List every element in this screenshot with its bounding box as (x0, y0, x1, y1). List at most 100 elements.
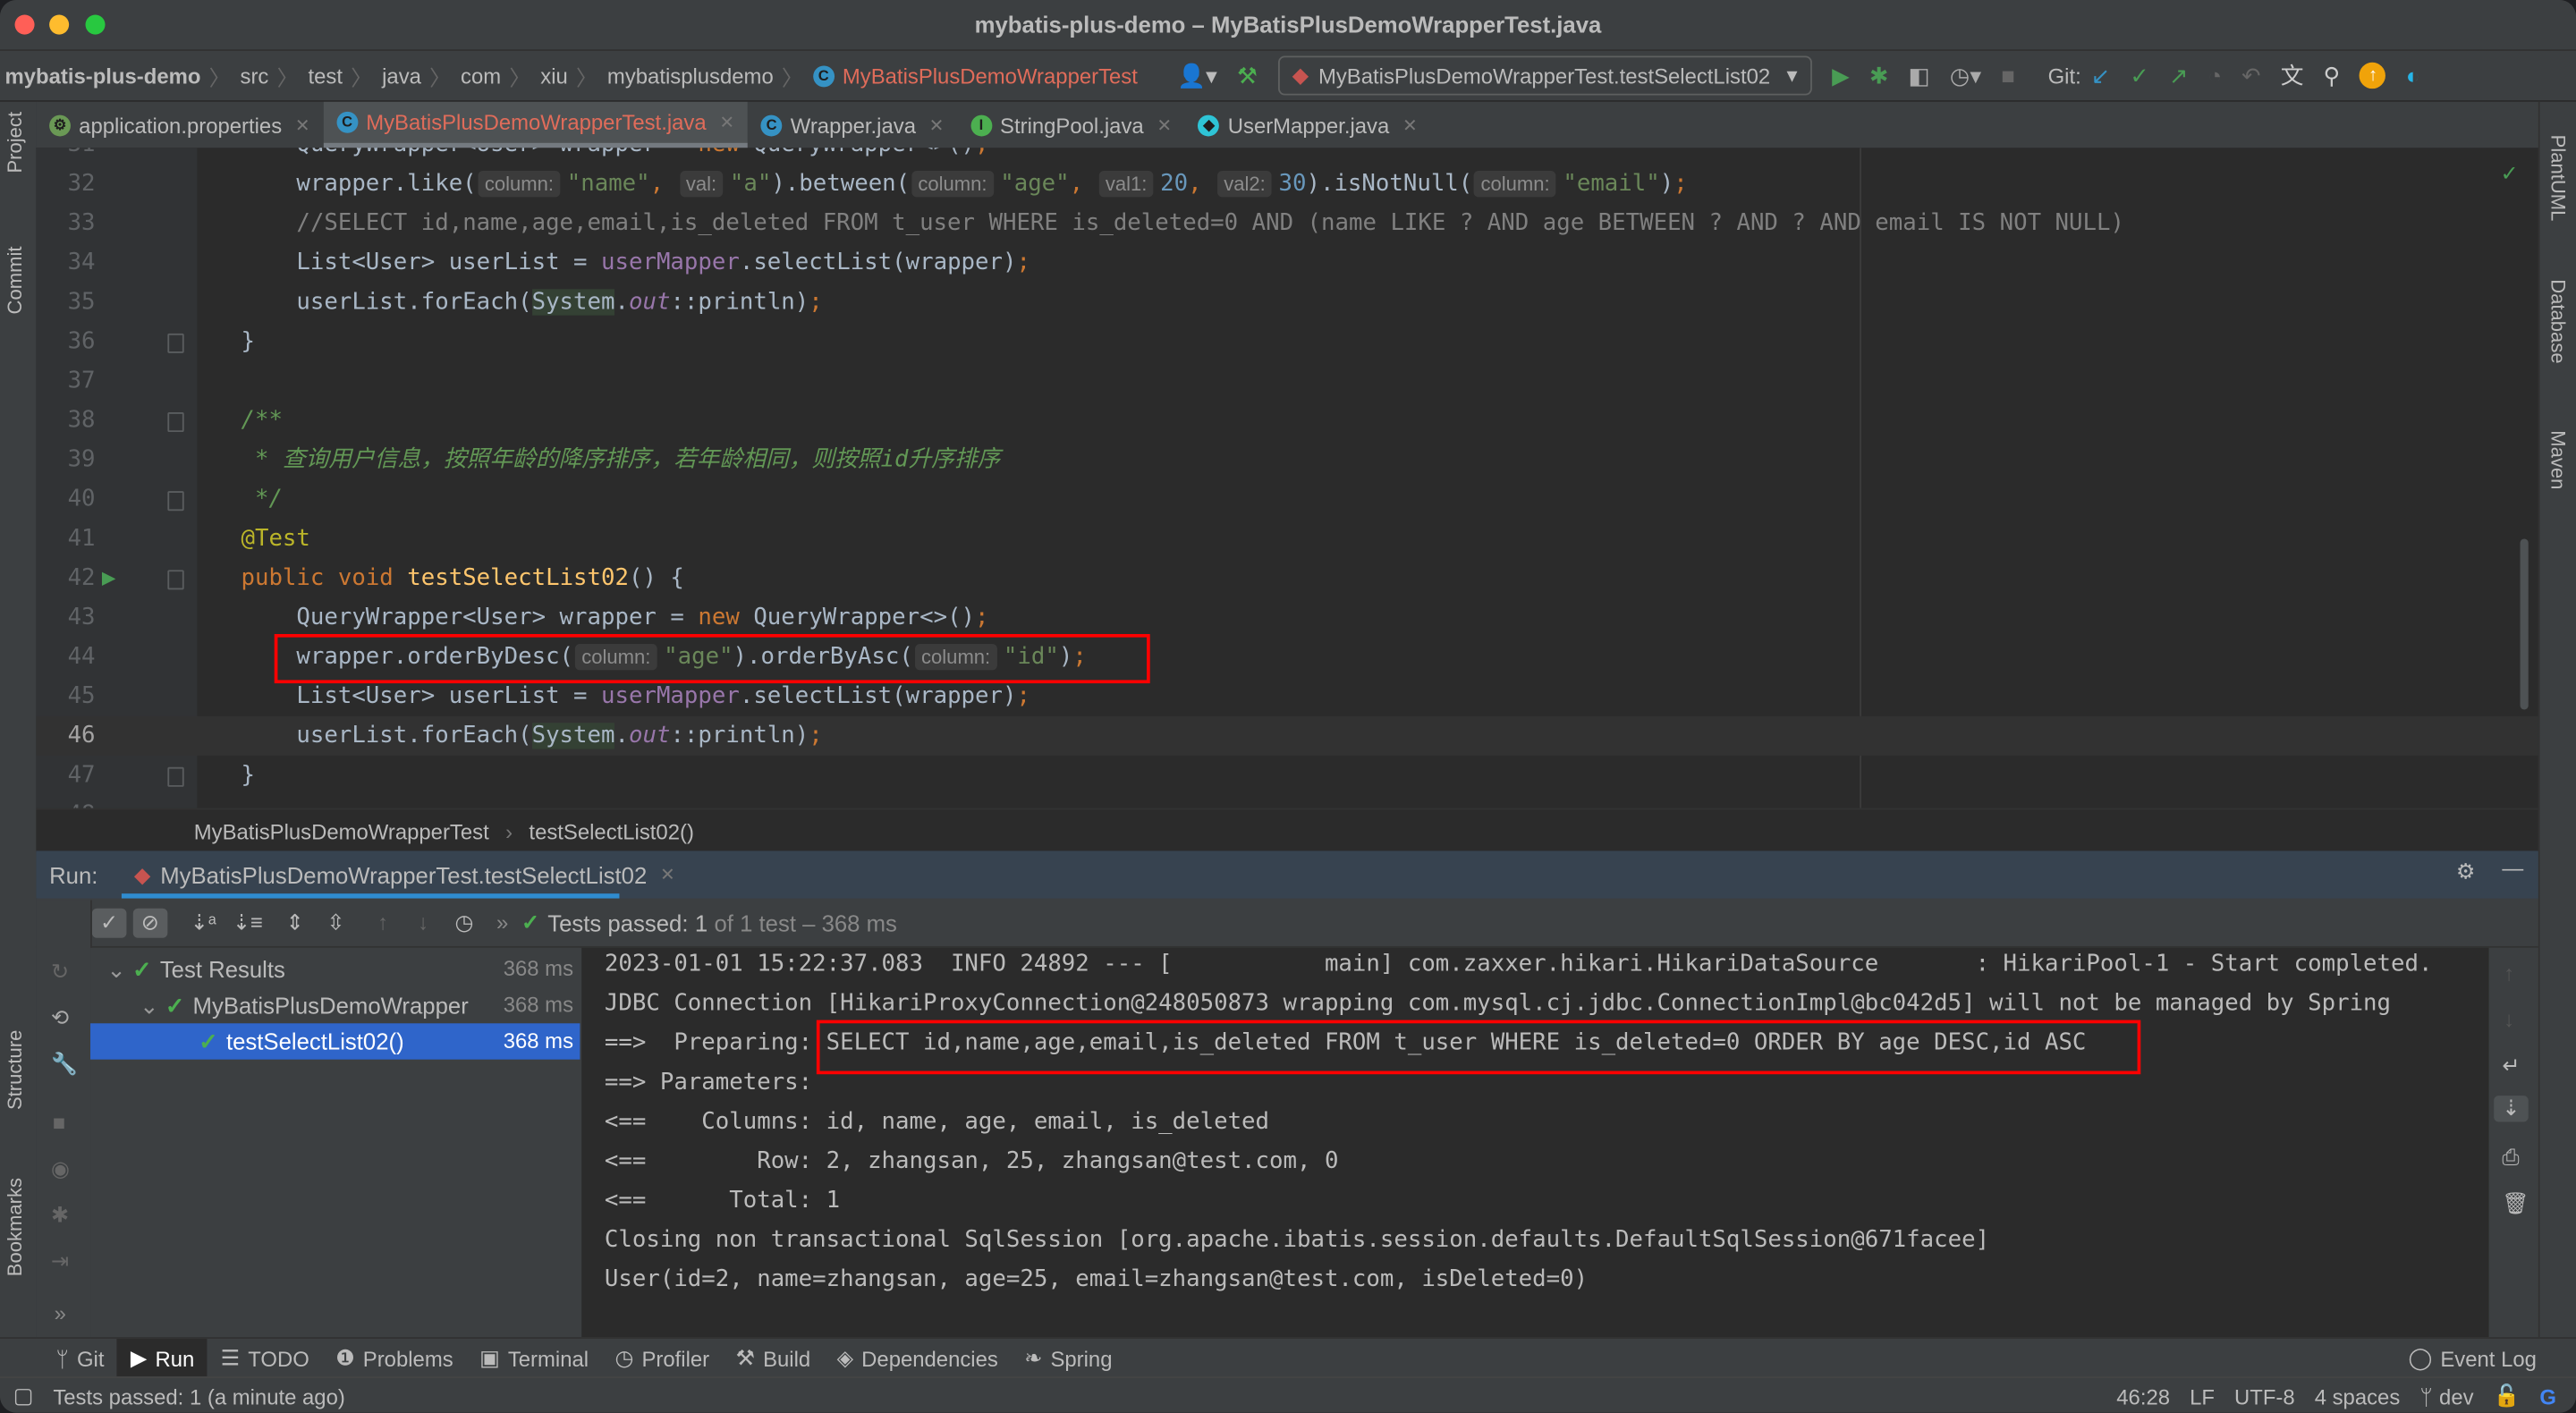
tab-application-properties[interactable]: ⚙ application.properties ✕ (36, 102, 323, 148)
scroll-up-icon[interactable]: ↑ (2504, 960, 2514, 986)
database-tool-button[interactable]: Database (2546, 279, 2570, 363)
show-ignored-toggle[interactable]: ⊘ (132, 907, 168, 937)
scroll-down-icon[interactable]: ↓ (2504, 1007, 2514, 1032)
user-icon[interactable]: 👤▾ (1177, 62, 1217, 89)
event-log-button[interactable]: ◯ Event Log (2408, 1345, 2536, 1371)
breadcrumb-item[interactable]: mybatisplusdemo (607, 63, 774, 89)
console-output[interactable]: 2023-01-01 15:22:37.083 INFO 24892 --- [… (581, 947, 2489, 1338)
fold-marker-icon[interactable] (167, 570, 184, 590)
tool-button-git[interactable]: ᛘ Git (43, 1339, 117, 1378)
breadcrumb-item[interactable]: xiu (540, 63, 568, 89)
fold-marker-icon[interactable] (167, 491, 184, 512)
previous-icon[interactable]: ↑ (377, 910, 388, 935)
breadcrumb-item[interactable]: mybatis-plus-demo (5, 63, 201, 89)
tab-mybatisplusdemowrappertest-java[interactable]: C MyBatisPlusDemoWrapperTest.java ✕ (323, 101, 748, 148)
debug-icon[interactable]: ✱ (51, 1202, 69, 1228)
git-rollback-icon[interactable]: ↶ (2241, 62, 2261, 89)
tool-button-dependencies[interactable]: ◈ Dependencies (824, 1339, 1012, 1378)
maven-tool-button[interactable]: Maven (2546, 430, 2570, 489)
close-tab-icon[interactable]: ✕ (295, 114, 310, 135)
breadcrumb-method[interactable]: testSelectList02() (529, 819, 693, 844)
run-icon[interactable]: ▶ (1832, 62, 1850, 89)
soft-wrap-icon[interactable]: ↵ (2502, 1053, 2520, 1079)
close-tab-icon[interactable]: ✕ (660, 864, 675, 885)
code-editor[interactable]: 31 QueryWrapper<User> wrapper = new Quer… (36, 148, 2538, 808)
indent-setting[interactable]: 4 spaces (2315, 1383, 2401, 1409)
translate-icon[interactable]: 文 (2281, 59, 2304, 92)
close-tab-icon[interactable]: ✕ (929, 114, 945, 135)
breadcrumb-class[interactable]: MyBatisPlusDemoWrapperTest (194, 819, 489, 844)
stop-icon[interactable]: ■ (53, 1111, 65, 1136)
git-update-icon[interactable]: ↙ (2091, 62, 2111, 89)
more-icon[interactable]: » (55, 1301, 66, 1326)
structure-tool-button[interactable]: Structure (4, 1030, 27, 1110)
git-history-icon[interactable]: ◔ (2208, 63, 2223, 89)
test-tree-item[interactable]: ⌄ ✓ Test Results 368 ms (90, 951, 580, 986)
commit-tool-button[interactable]: Commit (4, 247, 27, 315)
collapse-all-icon[interactable]: ⇳ (326, 910, 344, 935)
camera-icon[interactable]: ◉ (51, 1156, 70, 1182)
run-tab[interactable]: MyBatisPlusDemoWrapperTest.testSelectLis… (160, 861, 647, 887)
trash-icon[interactable]: 🗑 (2502, 1191, 2529, 1217)
tab-stringpool-java[interactable]: I StringPool.java ✕ (957, 102, 1185, 148)
coverage-icon[interactable]: ◧ (1909, 62, 1930, 89)
minimize-panel-icon[interactable]: — (2502, 856, 2523, 881)
panel-toggle-icon[interactable]: ▢ (13, 1383, 34, 1409)
caret-position[interactable]: 46:28 (2116, 1383, 2170, 1409)
test-tree-item[interactable]: ✓ testSelectList02() 368 ms (90, 1023, 580, 1060)
rerun-failed-icon[interactable]: ↻ (51, 960, 69, 986)
profile-icon[interactable]: ◷▾ (1950, 62, 1981, 89)
tool-button-profiler[interactable]: ◷ Profiler (602, 1339, 723, 1378)
tab-usermapper-java[interactable]: ◆ UserMapper.java ✕ (1185, 102, 1431, 148)
fold-marker-icon[interactable] (167, 333, 184, 353)
file-encoding[interactable]: UTF-8 (2234, 1383, 2295, 1409)
fold-marker-icon[interactable] (167, 412, 184, 433)
lock-icon[interactable]: 🔓 (2494, 1383, 2521, 1409)
git-branch[interactable]: dev (2439, 1383, 2474, 1409)
project-tool-button[interactable]: Project (4, 112, 27, 173)
sort-alpha-icon[interactable]: ⇣ᵃ (191, 910, 216, 935)
expand-all-icon[interactable]: ⇕ (286, 910, 304, 935)
history-icon[interactable]: ◷ (454, 910, 473, 935)
tool-button-run[interactable]: ▶ Run (117, 1338, 208, 1379)
gear-icon[interactable]: ⚙ (2456, 859, 2475, 885)
update-icon[interactable]: ↑ (2360, 62, 2386, 89)
more-icon[interactable]: » (496, 910, 508, 935)
tool-button-todo[interactable]: ☰ TODO (208, 1339, 323, 1378)
tool-button-problems[interactable]: ❶ Problems (323, 1339, 467, 1378)
settings-wrench-icon[interactable]: 🔧 (51, 1052, 78, 1078)
breadcrumb-item[interactable]: test (309, 63, 343, 89)
expand-arrow-icon[interactable]: ⌄ (106, 956, 132, 982)
close-tab-icon[interactable]: ✕ (719, 112, 734, 133)
close-tab-icon[interactable]: ✕ (1402, 114, 1418, 135)
editor-scrollbar[interactable] (2520, 538, 2529, 710)
stop-icon[interactable]: ■ (2001, 63, 2015, 89)
sort-duration-icon[interactable]: ⇣≡ (233, 910, 263, 935)
scroll-to-end-icon[interactable]: ⇣ (2494, 1096, 2529, 1122)
git-push-icon[interactable]: ↗ (2169, 62, 2189, 89)
run-configuration-select[interactable]: ◆ MyBatisPlusDemoWrapperTest.testSelectL… (1277, 55, 1813, 96)
next-icon[interactable]: ↓ (418, 910, 428, 935)
google-icon[interactable]: G (2539, 1383, 2556, 1409)
git-commit-icon[interactable]: ✓ (2130, 62, 2149, 89)
bookmarks-tool-button[interactable]: Bookmarks (4, 1178, 27, 1276)
close-tab-icon[interactable]: ✕ (1157, 114, 1172, 135)
exit-icon[interactable]: ⇥ (51, 1248, 69, 1274)
debug-icon[interactable]: ✱ (1869, 62, 1889, 89)
build-hammer-icon[interactable]: ⚒ (1237, 62, 1258, 89)
toggle-auto-test-icon[interactable]: ⟲ (51, 1005, 69, 1031)
tab-wrapper-java[interactable]: C Wrapper.java ✕ (748, 102, 957, 148)
expand-arrow-icon[interactable]: ⌄ (140, 992, 165, 1018)
show-passed-toggle[interactable]: ✓ (91, 907, 127, 937)
breadcrumb-item[interactable]: com (461, 63, 501, 89)
breadcrumb-item[interactable]: src (241, 63, 269, 89)
print-icon[interactable]: ⎙ (2502, 1145, 2519, 1171)
breadcrumb-current-class[interactable]: MyBatisPlusDemoWrapperTest (843, 63, 1138, 89)
tool-button-spring[interactable]: ❧ Spring (1012, 1339, 1126, 1378)
fold-marker-icon[interactable] (167, 766, 184, 787)
line-separator[interactable]: LF (2190, 1383, 2215, 1409)
tool-button-build[interactable]: ⚒ Build (723, 1339, 824, 1378)
plantuml-tool-button[interactable]: PlantUML (2546, 135, 2570, 222)
run-test-gutter-icon[interactable]: ▶ (102, 558, 115, 597)
tool-button-terminal[interactable]: ▣ Terminal (466, 1339, 601, 1378)
